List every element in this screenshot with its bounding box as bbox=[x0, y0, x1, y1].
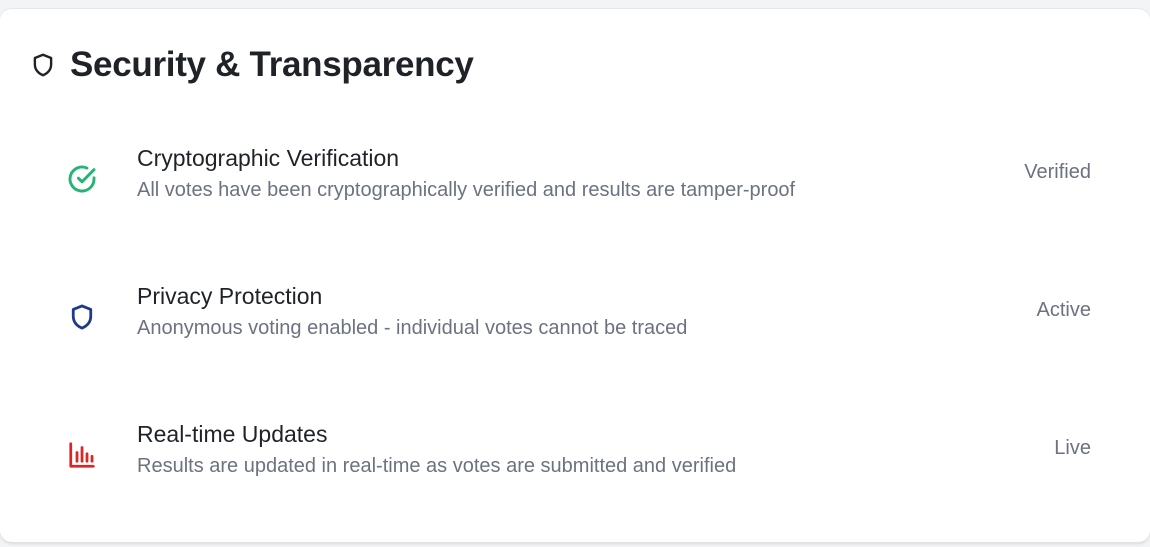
status-label: Verified bbox=[1024, 161, 1091, 183]
feature-description: Results are updated in real-time as vote… bbox=[137, 455, 737, 477]
feature-description: Anonymous voting enabled - individual vo… bbox=[137, 317, 688, 339]
shield-icon bbox=[66, 301, 98, 333]
section-title: Security & Transparency bbox=[70, 45, 474, 84]
security-transparency-card: Security & Transparency Cryptographic Ve… bbox=[0, 8, 1150, 542]
status-label: Live bbox=[1054, 437, 1091, 459]
card-header: Security & Transparency bbox=[30, 45, 474, 85]
check-circle-icon bbox=[66, 163, 98, 195]
feature-description: All votes have been cryptographically ve… bbox=[137, 179, 796, 201]
status-label: Active bbox=[1036, 299, 1091, 321]
bar-chart-icon bbox=[66, 439, 98, 471]
shield-icon bbox=[30, 52, 56, 78]
feature-name: Privacy Protection bbox=[137, 283, 323, 309]
feature-row-cryptographic-verification: Cryptographic Verification All votes hav… bbox=[0, 145, 1150, 225]
feature-row-real-time-updates: Real-time Updates Results are updated in… bbox=[0, 421, 1150, 501]
feature-row-privacy-protection: Privacy Protection Anonymous voting enab… bbox=[0, 283, 1150, 363]
feature-name: Cryptographic Verification bbox=[137, 145, 400, 171]
feature-name: Real-time Updates bbox=[137, 421, 328, 447]
